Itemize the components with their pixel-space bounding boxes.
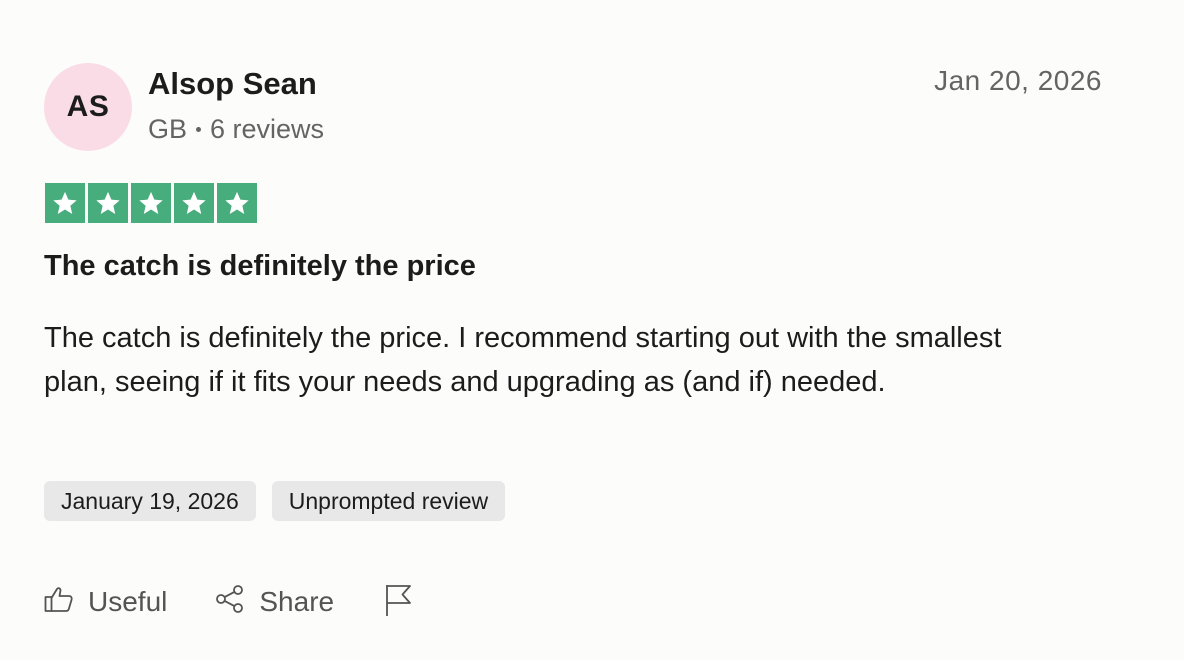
star-icon xyxy=(88,183,128,223)
useful-button[interactable]: Useful xyxy=(44,584,167,621)
star-rating xyxy=(45,183,257,223)
star-icon xyxy=(131,183,171,223)
experience-date-tag: January 19, 2026 xyxy=(44,481,256,521)
review-card: AS Alsop Sean GB 6 reviews Jan 20, 2026 … xyxy=(0,0,1184,660)
avatar-initials: AS xyxy=(66,90,110,123)
share-button[interactable]: Share xyxy=(215,584,334,621)
reviewer-name[interactable]: Alsop Sean xyxy=(148,66,317,102)
star-icon xyxy=(174,183,214,223)
unprompted-review-tag[interactable]: Unprompted review xyxy=(271,481,506,521)
review-actions: Useful Share xyxy=(44,580,414,624)
useful-label: Useful xyxy=(88,586,168,617)
review-title[interactable]: The catch is definitely the price xyxy=(44,248,476,284)
avatar[interactable]: AS xyxy=(44,63,132,151)
reviewer-meta: GB 6 reviews xyxy=(148,112,324,146)
review-tags: January 19, 2026 Unprompted review xyxy=(44,481,506,521)
flag-icon xyxy=(384,583,414,622)
review-body: The catch is definitely the price. I rec… xyxy=(44,322,1002,398)
thumbs-up-icon xyxy=(44,584,74,621)
review-date: Jan 20, 2026 xyxy=(934,65,1102,96)
share-icon xyxy=(215,584,245,621)
reviewer-review-count[interactable]: 6 reviews xyxy=(210,112,324,146)
report-button[interactable] xyxy=(384,583,414,622)
share-label: Share xyxy=(259,586,335,617)
star-icon xyxy=(45,183,85,223)
reviewer-country: GB xyxy=(148,114,188,144)
star-icon xyxy=(217,183,257,223)
separator-dot xyxy=(196,126,202,132)
